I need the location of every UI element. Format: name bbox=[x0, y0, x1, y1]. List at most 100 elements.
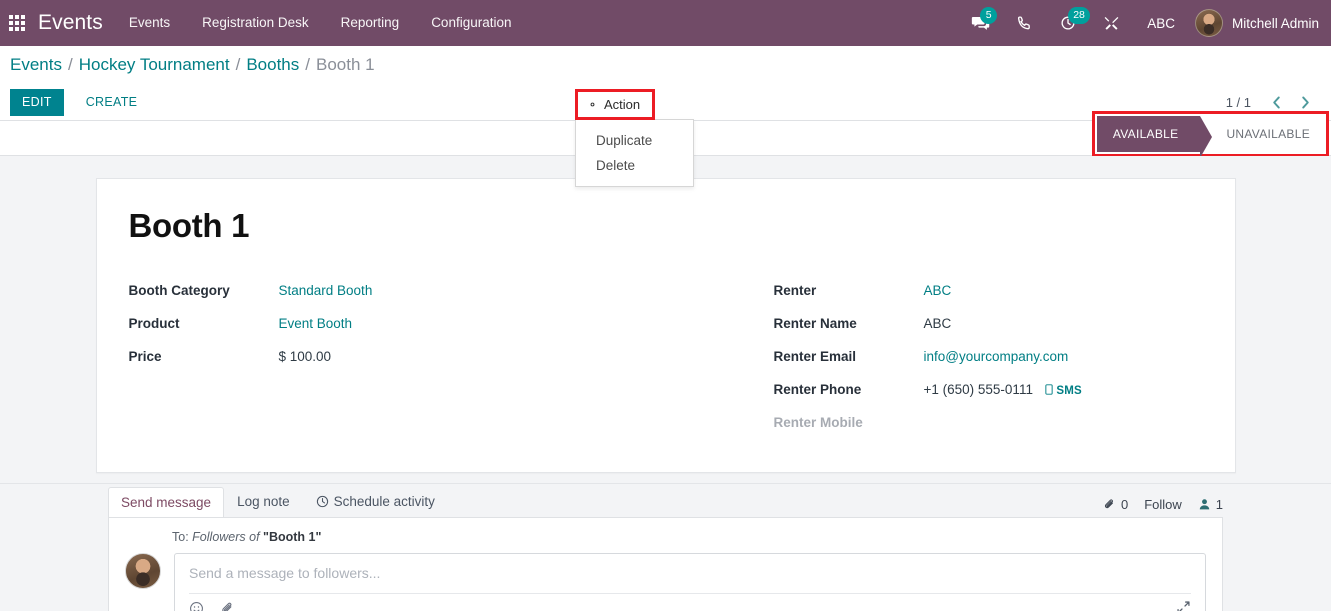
follow-button[interactable]: Follow bbox=[1144, 497, 1182, 512]
action-button-label: Action bbox=[604, 97, 641, 112]
sms-link[interactable]: SMS bbox=[1045, 384, 1082, 397]
price-value: $ 100.00 bbox=[278, 349, 332, 364]
breadcrumb-separator: / bbox=[305, 55, 310, 74]
to-prefix: To: bbox=[172, 530, 189, 544]
product-link[interactable]: Event Booth bbox=[279, 316, 353, 331]
app-brand-title[interactable]: Events bbox=[34, 11, 113, 35]
clock-icon bbox=[316, 495, 328, 508]
field-label: Booth Category bbox=[128, 283, 230, 298]
action-menu-item-delete[interactable]: Delete bbox=[576, 153, 693, 178]
activities-clock-icon[interactable]: 28 bbox=[1046, 0, 1090, 46]
tab-schedule-activity[interactable]: Schedule activity bbox=[303, 486, 448, 517]
status-available[interactable]: AVAILABLE bbox=[1096, 116, 1213, 158]
tab-label: Schedule activity bbox=[333, 494, 435, 509]
gear-icon bbox=[590, 102, 595, 107]
renter-link[interactable]: ABC bbox=[924, 283, 952, 298]
field-value: info@yourcompany.com bbox=[924, 349, 1069, 364]
breadcrumb: Events / Hockey Tournament / Booths / Bo… bbox=[0, 46, 1331, 84]
followers-button[interactable]: 1 bbox=[1198, 497, 1223, 512]
breadcrumb-item-hockey-tournament[interactable]: Hockey Tournament bbox=[79, 55, 230, 75]
field-label: Product bbox=[128, 316, 180, 331]
avatar bbox=[1194, 9, 1223, 37]
create-button[interactable]: CREATE bbox=[74, 89, 150, 115]
action-menu-wrapper: Action Duplicate Delete bbox=[575, 84, 694, 187]
followers-count: 1 bbox=[1215, 497, 1223, 512]
sms-label: SMS bbox=[1056, 385, 1082, 397]
messages-icon[interactable]: 5 bbox=[958, 0, 1003, 46]
messages-badge: 5 bbox=[980, 7, 998, 24]
tools-icon[interactable] bbox=[1090, 0, 1133, 46]
expand-icon[interactable] bbox=[1176, 600, 1191, 611]
user-name: Mitchell Admin bbox=[1231, 15, 1319, 31]
top-navbar: Events Events Registration Desk Reportin… bbox=[0, 0, 1331, 46]
field-renter-mobile: Renter Mobile bbox=[774, 415, 1203, 435]
breadcrumb-item-booths[interactable]: Booths bbox=[246, 55, 299, 75]
status-unavailable[interactable]: UNAVAILABLE bbox=[1200, 116, 1324, 152]
user-menu[interactable]: Mitchell Admin bbox=[1189, 9, 1319, 37]
navbar-systray: 5 28 ABC Mitchell Admin bbox=[958, 0, 1319, 46]
pager-previous-button[interactable] bbox=[1263, 93, 1290, 112]
form-body: Booth 1 Booth Category Standard Booth Pr… bbox=[0, 156, 1331, 483]
avatar bbox=[125, 553, 161, 589]
field-label: Renter Mobile bbox=[773, 415, 863, 430]
composer-main: Send a message to followers... bbox=[125, 553, 1206, 611]
composer-toolbar bbox=[189, 594, 1191, 611]
field-value: Standard Booth bbox=[279, 283, 373, 298]
pager-next-button[interactable] bbox=[1292, 93, 1319, 112]
activities-badge: 28 bbox=[1068, 7, 1090, 24]
paperclip-icon bbox=[1104, 499, 1113, 509]
field-renter-name: Renter Name ABC bbox=[774, 316, 1203, 336]
field-booth-category: Booth Category Standard Booth bbox=[129, 283, 666, 303]
breadcrumb-separator: / bbox=[67, 55, 73, 74]
chevron-right-icon bbox=[1302, 95, 1309, 109]
field-label: Renter bbox=[773, 283, 817, 298]
field-label: Renter Phone bbox=[773, 382, 862, 397]
to-record: "Booth 1" bbox=[263, 530, 322, 544]
breadcrumb-item-current: Booth 1 bbox=[316, 55, 375, 74]
composer-recipients: To: Followers of "Booth 1" bbox=[172, 530, 1206, 544]
emoji-icon[interactable] bbox=[189, 601, 204, 611]
field-value: Event Booth bbox=[279, 316, 353, 331]
field-renter-phone: Renter Phone +1 (650) 555-0111 SMS bbox=[774, 382, 1203, 402]
renter-phone-value: +1 (650) 555-0111 bbox=[923, 382, 1033, 397]
record-sheet: Booth 1 Booth Category Standard Booth Pr… bbox=[95, 178, 1236, 473]
action-menu-item-duplicate[interactable]: Duplicate bbox=[576, 128, 693, 153]
message-composer: To: Followers of "Booth 1" Send a messag… bbox=[108, 517, 1223, 611]
menu-item-registration-desk[interactable]: Registration Desk bbox=[186, 0, 325, 46]
tab-label: Send message bbox=[121, 495, 212, 510]
user-icon bbox=[1199, 499, 1209, 510]
message-input[interactable]: Send a message to followers... bbox=[174, 553, 1206, 611]
attachments-count: 0 bbox=[1120, 497, 1129, 512]
attachments-button[interactable]: 0 bbox=[1103, 497, 1128, 512]
page-title: Booth 1 bbox=[128, 207, 250, 244]
field-label: Price bbox=[128, 349, 162, 364]
action-button[interactable]: Action bbox=[575, 89, 656, 120]
message-placeholder: Send a message to followers... bbox=[189, 565, 1191, 594]
field-product: Product Event Booth bbox=[129, 316, 666, 336]
field-value: ABC bbox=[924, 283, 952, 298]
tab-log-note[interactable]: Log note bbox=[224, 486, 303, 517]
breadcrumb-item-events[interactable]: Events bbox=[10, 55, 62, 75]
field-label: Renter Name bbox=[773, 316, 857, 331]
attach-file-icon[interactable] bbox=[220, 601, 235, 611]
renter-email-link[interactable]: info@yourcompany.com bbox=[924, 349, 1069, 364]
menu-item-configuration[interactable]: Configuration bbox=[415, 0, 527, 46]
pager: 1 / 1 bbox=[1226, 93, 1321, 112]
edit-button[interactable]: EDIT bbox=[10, 88, 64, 116]
menu-item-reporting[interactable]: Reporting bbox=[325, 0, 416, 46]
chevron-left-icon bbox=[1273, 95, 1280, 109]
field-column-right: Renter ABC Renter Name ABC Renter Email … bbox=[666, 283, 1203, 448]
breadcrumb-separator: / bbox=[235, 55, 241, 74]
chatter: Send message Log note Schedule activity … bbox=[0, 483, 1331, 611]
company-switcher[interactable]: ABC bbox=[1133, 16, 1189, 31]
apps-grid-icon[interactable] bbox=[0, 0, 34, 46]
tab-send-message[interactable]: Send message bbox=[108, 487, 225, 518]
menu-item-events[interactable]: Events bbox=[113, 0, 186, 46]
field-price: Price $ 100.00 bbox=[129, 349, 666, 369]
pager-value: 1 / 1 bbox=[1225, 94, 1251, 110]
chatter-inner: Send message Log note Schedule activity … bbox=[108, 484, 1223, 611]
field-renter: Renter ABC bbox=[774, 283, 1203, 303]
field-columns: Booth Category Standard Booth Product Ev… bbox=[129, 283, 1203, 448]
booth-category-link[interactable]: Standard Booth bbox=[279, 283, 373, 298]
phone-icon[interactable] bbox=[1003, 0, 1046, 46]
